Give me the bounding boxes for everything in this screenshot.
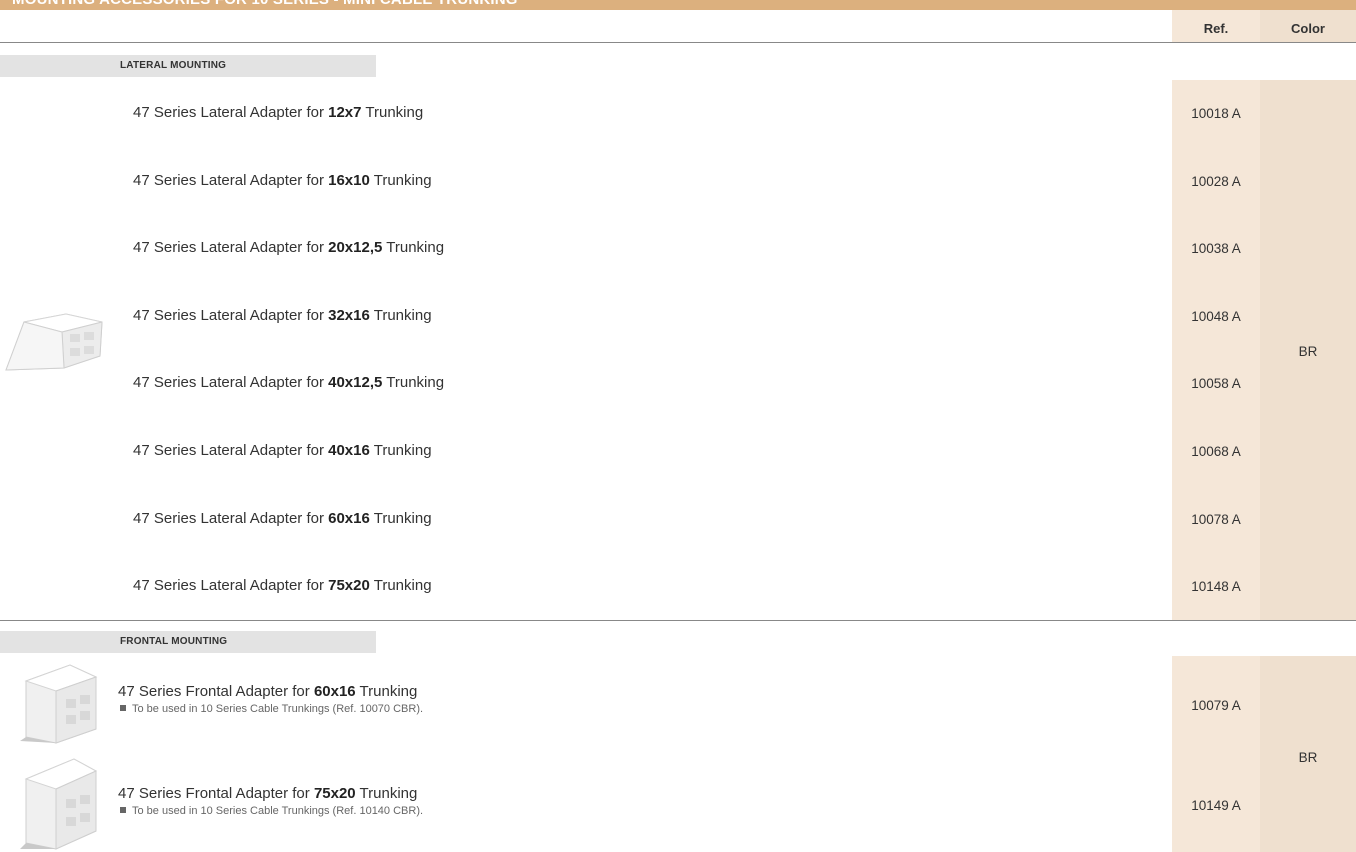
lateral-section-label-text: LATERAL MOUNTING	[120, 60, 227, 71]
trunking-size: 40x12,5	[328, 374, 383, 391]
top-banner: MOUNTING ACCESSORIES FOR 10 SERIES - MIN…	[0, 0, 1356, 10]
ref-code: 10038 A	[1191, 241, 1241, 256]
bullet-square-icon	[120, 807, 126, 813]
trunking-size: 12x7	[328, 104, 362, 121]
ref-code: 10068 A	[1191, 444, 1241, 459]
trunking-size: 32x16	[328, 307, 370, 324]
lateral-item-description: 47 Series Lateral Adapter for 16x10 Trun…	[133, 172, 432, 189]
frontal-ref-column	[1172, 656, 1260, 852]
trunking-size: 60x16	[328, 510, 370, 527]
trunking-size: 75x20	[313, 785, 356, 802]
lateral-item-description: 47 Series Lateral Adapter for 40x16 Trun…	[133, 442, 432, 459]
lateral-section-label: LATERAL MOUNTING	[0, 55, 376, 77]
lateral-color-value: BR	[1298, 344, 1318, 359]
bullet-square-icon	[120, 705, 126, 711]
ref-code: 10149 A	[1191, 798, 1241, 813]
frontal-item-description: 47 Series Frontal Adapter for 75x20 Trun…	[118, 785, 418, 802]
lateral-item-description: 47 Series Lateral Adapter for 32x16 Trun…	[133, 307, 432, 324]
lateral-item-description: 47 Series Lateral Adapter for 40x12,5 Tr…	[133, 374, 445, 391]
lateral-item-description: 47 Series Lateral Adapter for 75x20 Trun…	[133, 577, 432, 594]
table-header: Ref. Color	[0, 10, 1356, 43]
trunking-size: 16x10	[328, 172, 370, 189]
lateral-item-description: 47 Series Lateral Adapter for 12x7 Trunk…	[133, 104, 424, 121]
ref-code: 10148 A	[1191, 579, 1241, 594]
frontal-section-label-text: FRONTAL MOUNTING	[120, 636, 228, 647]
ref-code: 10058 A	[1191, 376, 1241, 391]
ref-column-header: Ref.	[1203, 21, 1229, 36]
trunking-size: 20x12,5	[328, 239, 383, 256]
ref-code: 10048 A	[1191, 309, 1241, 324]
frontal-adapter-product-icon-2	[20, 758, 98, 850]
frontal-section-label: FRONTAL MOUNTING	[0, 631, 376, 653]
trunking-size: 60x16	[313, 683, 356, 700]
lateral-item-description: 47 Series Lateral Adapter for 60x16 Trun…	[133, 510, 432, 527]
ref-code: 10028 A	[1191, 174, 1241, 189]
lateral-adapter-product-icon	[5, 313, 103, 371]
banner-title: MOUNTING ACCESSORIES FOR 10 SERIES - MIN…	[12, 0, 518, 8]
lateral-item-description: 47 Series Lateral Adapter for 20x12,5 Tr…	[133, 239, 445, 256]
usage-note: To be used in 10 Series Cable Trunkings …	[120, 703, 423, 715]
trunking-size: 75x20	[328, 577, 370, 594]
trunking-size: 40x16	[328, 442, 370, 459]
usage-note: To be used in 10 Series Cable Trunkings …	[120, 805, 423, 817]
ref-code: 10079 A	[1191, 698, 1241, 713]
ref-code: 10078 A	[1191, 512, 1241, 527]
section-divider	[0, 620, 1356, 621]
ref-code: 10018 A	[1191, 106, 1241, 121]
frontal-item-description: 47 Series Frontal Adapter for 60x16 Trun…	[118, 683, 418, 700]
frontal-color-value: BR	[1298, 750, 1318, 765]
lateral-ref-column	[1172, 80, 1260, 620]
color-column-header: Color	[1291, 21, 1325, 36]
frontal-adapter-product-icon	[20, 664, 98, 744]
